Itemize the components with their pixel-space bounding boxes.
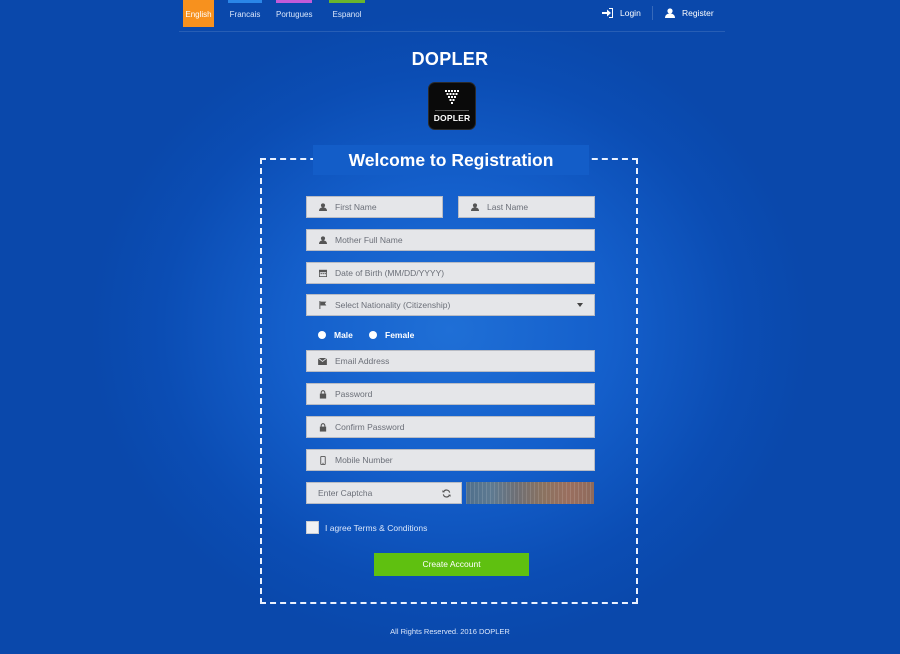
calendar-icon — [318, 269, 327, 278]
footer-copyright: All Rights Reserved. 2016 DOPLER — [390, 627, 510, 636]
radio-circle — [369, 331, 377, 339]
gender-male-radio[interactable]: Male — [318, 330, 353, 340]
brand-title: DOPLER — [411, 49, 489, 69]
password-field[interactable]: Password — [306, 383, 595, 405]
female-label: Female — [385, 330, 415, 340]
lock-icon — [318, 422, 327, 432]
form-title: Welcome to Registration — [313, 145, 589, 175]
diamond-icon — [445, 90, 459, 104]
radio-circle — [318, 331, 326, 339]
last-name-field[interactable]: Last Name — [458, 196, 595, 218]
dob-placeholder: Date of Birth (MM/DD/YYYY) — [335, 268, 445, 278]
nationality-select[interactable]: Select Nationality (Citizenship) — [306, 294, 595, 316]
captcha-image — [466, 482, 594, 504]
last-name-placeholder: Last Name — [487, 202, 529, 212]
mobile-phone-icon — [318, 455, 327, 465]
password-placeholder: Password — [335, 389, 373, 399]
confirm-password-field[interactable]: Confirm Password — [306, 416, 595, 438]
header-divider — [652, 6, 653, 20]
lang-espanol-bar — [329, 0, 365, 3]
registration-panel — [260, 158, 638, 604]
first-name-placeholder: First Name — [335, 202, 377, 212]
lang-english[interactable]: English — [183, 0, 214, 27]
mobile-placeholder: Mobile Number — [335, 455, 393, 465]
mother-name-placeholder: Mother Full Name — [335, 235, 403, 245]
user-icon — [665, 8, 675, 18]
lang-francais[interactable]: Francais — [228, 0, 262, 27]
gender-female-radio[interactable]: Female — [369, 330, 414, 340]
lang-francais-label: Francais — [229, 10, 261, 19]
lang-espanol[interactable]: Espanol — [329, 0, 365, 27]
email-placeholder: Email Address — [335, 356, 390, 366]
email-field[interactable]: Email Address — [306, 350, 595, 372]
dob-field[interactable]: Date of Birth (MM/DD/YYYY) — [306, 262, 595, 284]
nationality-placeholder: Select Nationality (Citizenship) — [335, 300, 451, 310]
lang-english-label: English — [185, 10, 212, 19]
register-link[interactable]: Register — [665, 8, 714, 18]
envelope-icon — [318, 357, 327, 366]
first-name-field[interactable]: First Name — [306, 196, 443, 218]
login-label: Login — [620, 8, 641, 18]
logo-rule — [435, 110, 469, 111]
lang-portugues-bar — [276, 0, 312, 3]
terms-label[interactable]: I agree Terms & Conditions — [325, 523, 427, 533]
create-account-button[interactable]: Create Account — [374, 553, 529, 576]
refresh-icon[interactable] — [442, 489, 451, 498]
lang-espanol-label: Espanol — [332, 10, 362, 19]
lang-portugues-label: Portugues — [276, 10, 313, 19]
flag-icon — [318, 301, 327, 310]
logo-text: DOPLER — [433, 113, 471, 123]
male-label: Male — [334, 330, 353, 340]
terms-checkbox[interactable] — [306, 521, 319, 534]
app-logo: DOPLER — [428, 82, 476, 130]
mobile-field[interactable]: Mobile Number — [306, 449, 595, 471]
user-icon — [318, 203, 327, 212]
mother-name-field[interactable]: Mother Full Name — [306, 229, 595, 251]
lang-francais-bar — [228, 0, 262, 3]
top-bar: English Francais Portugues Espanol Login… — [179, 0, 725, 32]
chevron-down-icon — [577, 303, 583, 307]
register-label: Register — [682, 8, 714, 18]
captcha-field[interactable]: Enter Captcha — [306, 482, 462, 504]
lang-portugues[interactable]: Portugues — [276, 0, 312, 27]
lock-icon — [318, 389, 327, 399]
user-icon — [318, 236, 327, 245]
captcha-placeholder: Enter Captcha — [318, 488, 373, 498]
confirm-password-placeholder: Confirm Password — [335, 422, 405, 432]
login-link[interactable]: Login — [602, 8, 641, 18]
sign-in-icon — [602, 8, 613, 18]
user-icon — [470, 203, 479, 212]
